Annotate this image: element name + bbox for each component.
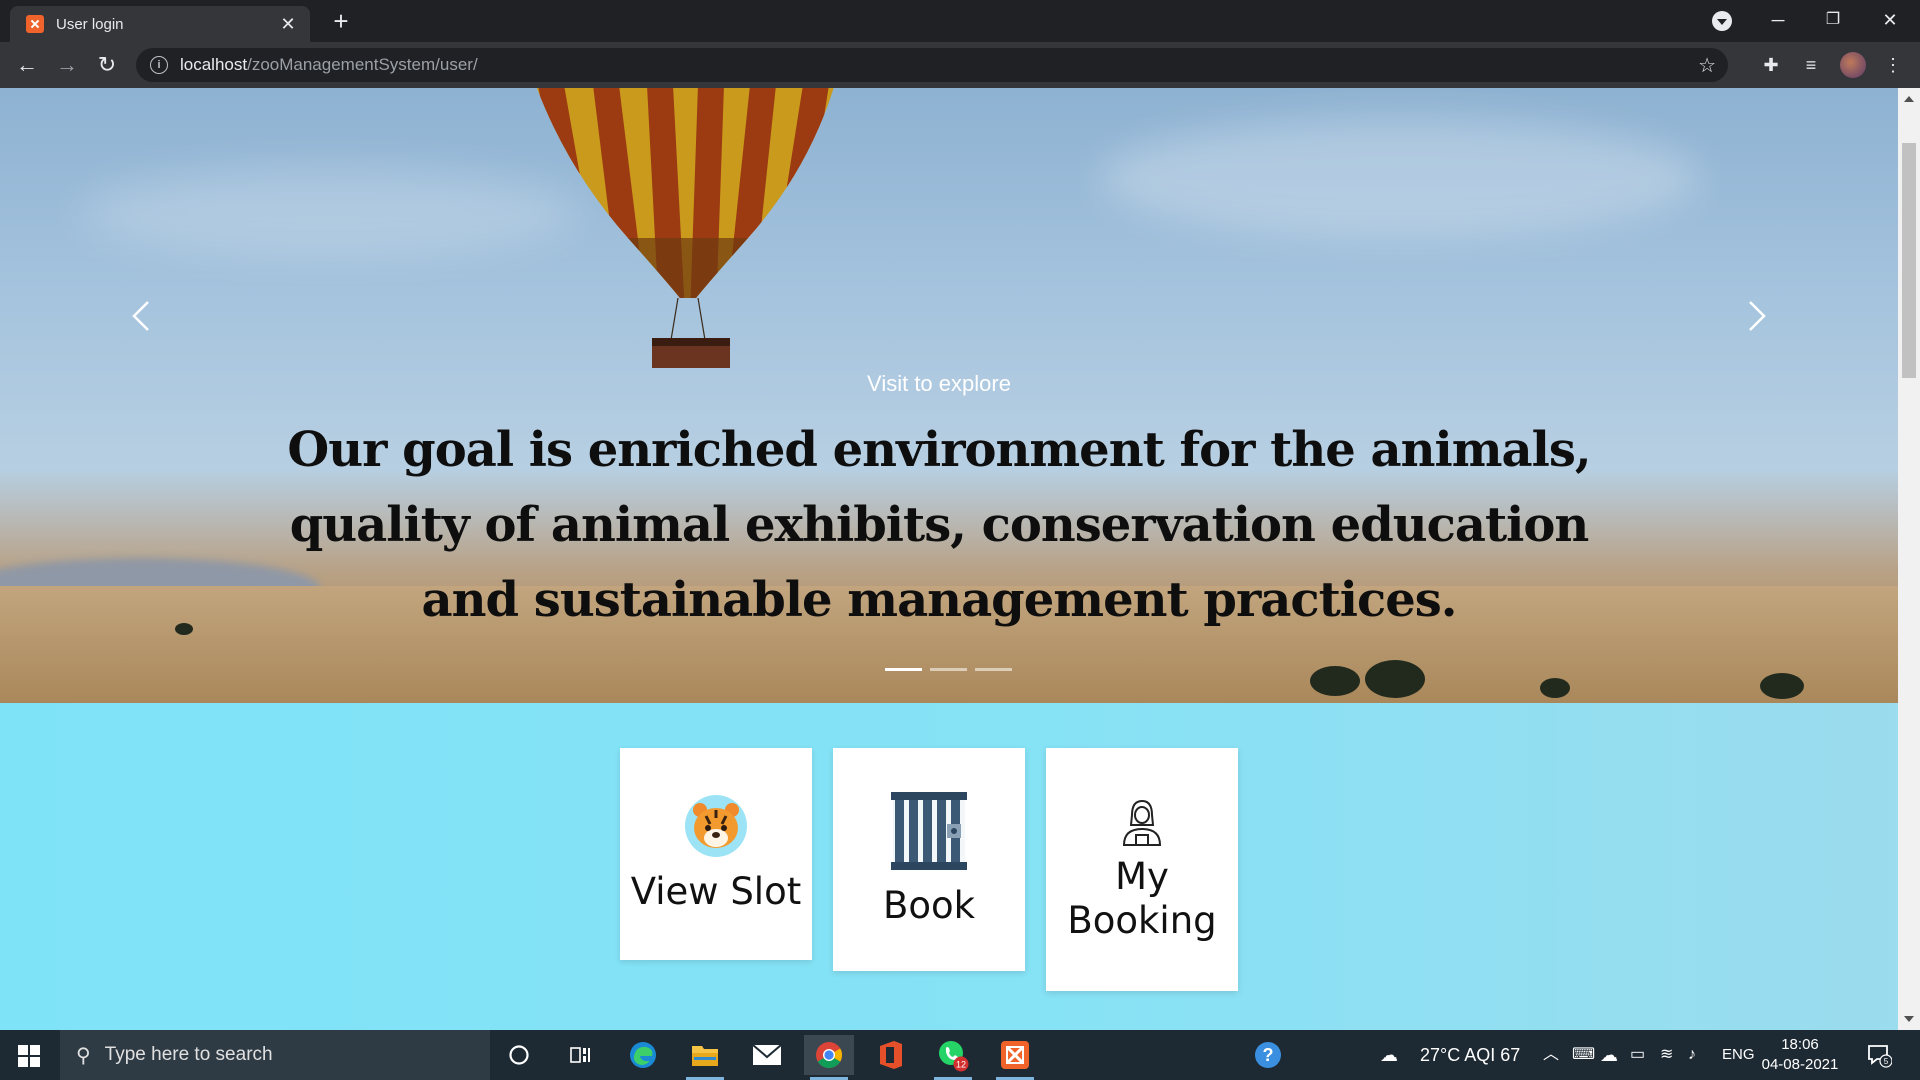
url-path: /zooManagementSystem/user/ [247,55,478,74]
whatsapp-badge: 12 [956,1060,966,1070]
bookmark-star-icon[interactable]: ☆ [1698,53,1716,78]
card-label: Book [882,883,976,927]
tree [1365,660,1425,698]
battery-icon[interactable]: ▭ [1630,1030,1645,1080]
tab-close-button[interactable]: ✕ [278,14,298,35]
restore-button[interactable]: ❐ [1803,0,1863,40]
card-label: My Booking [1067,854,1217,942]
mail-icon[interactable] [742,1035,792,1075]
xampp-favicon-icon [26,15,44,33]
xampp-icon[interactable] [990,1035,1040,1080]
language-indicator[interactable]: ENG [1722,1030,1755,1080]
scroll-down-arrow-icon[interactable] [1904,1016,1914,1022]
onedrive-cloud-icon[interactable]: ☁ [1600,1030,1618,1080]
tab-title: User login [56,15,124,33]
chrome-menu-icon[interactable]: ⋮ [1880,52,1906,78]
carousel-indicator[interactable] [930,668,967,671]
sky-cloud [1100,118,1700,238]
forward-arrow-icon[interactable]: → [52,50,82,80]
carousel-next-chevron-icon[interactable] [1736,296,1776,336]
action-section: View Slot Book My Booking [0,703,1898,1030]
profile-avatar[interactable] [1840,52,1866,78]
tree [1760,673,1804,699]
notification-center-icon[interactable]: 5 [1866,1042,1892,1068]
book-card[interactable]: Book [833,748,1025,971]
site-info-icon[interactable]: i [150,56,168,74]
tree [1540,678,1570,698]
notification-count: 5 [1884,1057,1889,1066]
hero-title: Our goal is enriched environment for the… [287,422,1591,628]
svg-text:?: ? [1263,1045,1274,1065]
tiger-icon [685,795,747,857]
new-tab-button[interactable]: + [326,6,356,36]
help-icon[interactable]: ? [1243,1035,1293,1075]
system-clock[interactable]: 18:06 04-08-2021 [1760,1035,1840,1075]
search-icon: ⚲ [76,1044,91,1067]
carousel-indicators [885,668,1012,671]
card-label: View Slot [630,870,802,913]
carousel-indicator[interactable] [885,668,922,671]
taskbar-search-box[interactable]: ⚲ Type here to search [60,1030,490,1080]
carousel-prev-chevron-icon[interactable] [122,296,162,336]
scroll-up-arrow-icon[interactable] [1904,96,1914,102]
media-control-icon[interactable]: ≡ [1798,52,1824,78]
url-host: localhost [180,55,248,74]
browser-toolbar: ← → ↻ i localhost /zooManagementSystem/u… [0,42,1920,88]
address-bar[interactable]: i localhost /zooManagementSystem/user/ ☆ [136,48,1728,82]
edge-browser-icon[interactable] [618,1035,668,1075]
minimize-button[interactable]: ─ [1748,0,1808,40]
tray-expand-chevron-icon[interactable]: ︿ [1543,1030,1559,1080]
search-placeholder: Type here to search [104,1044,273,1065]
page-viewport: Visit to explore Our goal is enriched en… [0,88,1898,1030]
hero-carousel: Visit to explore Our goal is enriched en… [0,88,1898,703]
office-icon[interactable] [866,1035,916,1075]
sky-cloud [80,168,580,258]
meet-now-icon[interactable]: ⌨ [1572,1030,1595,1080]
browser-tab-strip: User login ✕ + ─ ❐ ✕ [0,0,1920,42]
cage-icon [891,791,967,870]
tree [1310,666,1360,696]
browser-tab[interactable]: User login ✕ [10,6,310,42]
tab-search-icon[interactable] [1712,11,1732,31]
back-arrow-icon[interactable]: ← [12,50,42,80]
volume-icon[interactable]: ♪ [1688,1030,1696,1080]
hot-air-balloon-image [518,88,848,368]
tree [175,623,193,635]
chrome-taskbar-icon[interactable] [804,1035,854,1080]
windows-start-icon[interactable] [18,1045,40,1067]
reload-icon[interactable]: ↻ [92,50,122,80]
whatsapp-icon[interactable]: 12 [928,1035,978,1080]
windows-taskbar: ⚲ Type here to search 12 ? ☁ 27°C AQI 67… [0,1030,1920,1080]
wifi-icon[interactable]: ≋ [1660,1030,1673,1080]
clock-time: 18:06 [1781,1036,1819,1053]
close-window-button[interactable]: ✕ [1860,0,1920,40]
extensions-puzzle-icon[interactable]: ✚ [1758,52,1784,78]
task-view-icon[interactable] [555,1035,605,1075]
file-explorer-icon[interactable] [680,1035,730,1080]
person-icon [1122,799,1162,846]
page-scrollbar[interactable] [1898,88,1920,1030]
cortana-icon[interactable] [494,1035,544,1075]
scroll-thumb[interactable] [1902,143,1916,378]
weather-status[interactable]: 27°C AQI 67 [1420,1030,1520,1080]
carousel-indicator[interactable] [975,668,1012,671]
clock-date: 04-08-2021 [1761,1056,1839,1073]
hero-subtitle: Visit to explore [867,371,1011,396]
weather-cloud-icon[interactable]: ☁ [1380,1030,1398,1080]
view-slot-card[interactable]: View Slot [620,748,812,960]
my-booking-card[interactable]: My Booking [1046,748,1238,991]
